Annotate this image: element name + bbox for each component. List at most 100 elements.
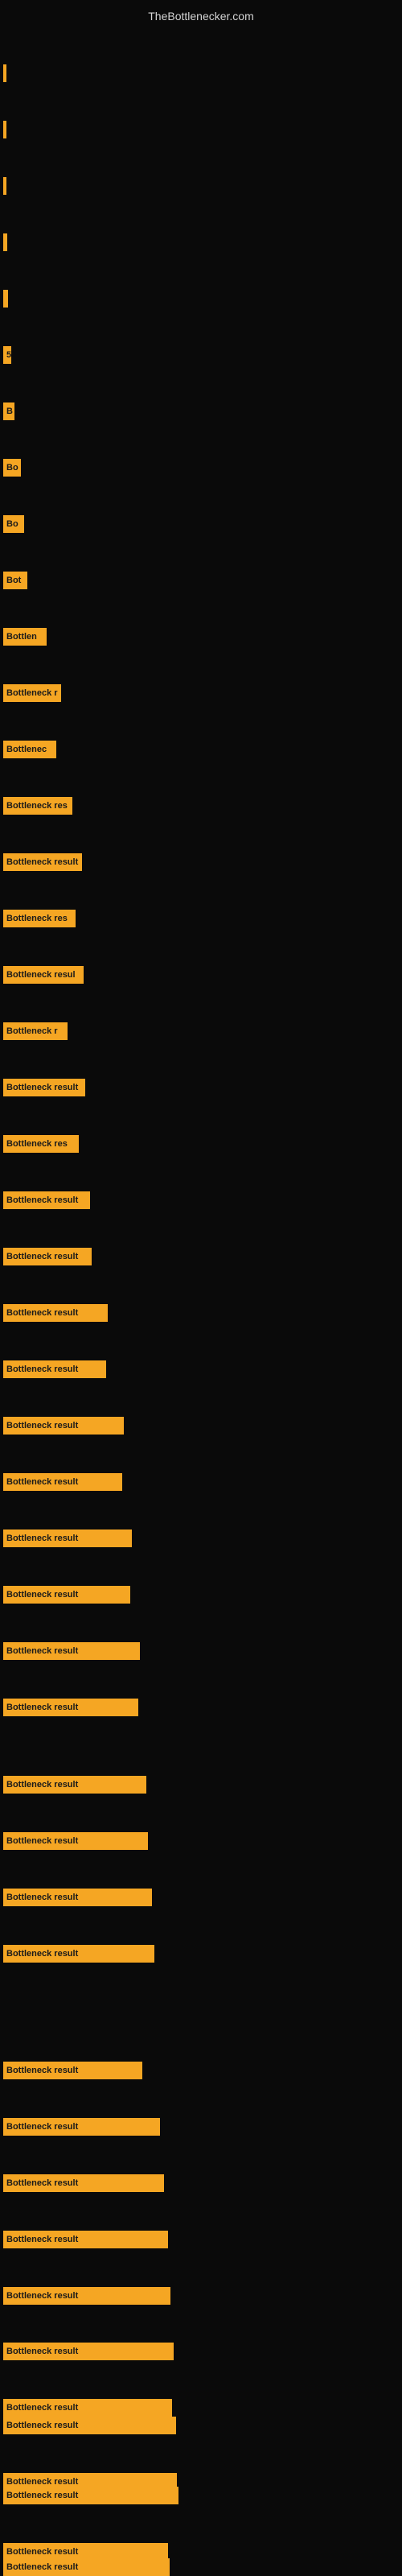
bar-label: Bottleneck result [6,857,78,867]
bottleneck-bar: Bottleneck result [3,2399,172,2417]
bottleneck-bar: Bottlen [3,628,47,646]
bar-row: Bo [3,459,21,477]
bottleneck-bar: Bottleneck resul [3,966,84,984]
bar-label: Bottleneck result [6,2347,78,2356]
bottleneck-bar: Bottleneck result [3,1248,92,1265]
bar-row: Bottleneck result [3,2399,172,2417]
bar-label: Bottleneck res [6,914,68,923]
bar-label: Bottlenec [6,745,47,754]
bar-label: Bottleneck result [6,2235,78,2244]
bottleneck-bar [3,233,7,251]
bar-row: Bottleneck result [3,2287,170,2305]
bar-row [3,121,6,138]
bottleneck-bar: Bottleneck result [3,1304,108,1322]
bar-row: Bottleneck result [3,1360,106,1378]
bar-row: Bottleneck result [3,1417,124,1435]
bar-row: Bot [3,572,27,589]
bar-label: Bo [6,519,18,529]
bar-row: 5 [3,346,11,364]
bottleneck-bar: Bottleneck result [3,1945,154,1963]
bottleneck-bar: Bottleneck result [3,1586,130,1604]
bottleneck-bar: Bo [3,515,24,533]
bar-row: Bottleneck result [3,1699,138,1716]
bar-label: Bottleneck result [6,2491,78,2500]
bar-row: Bottleneck result [3,2417,176,2434]
bottleneck-bar: Bottleneck r [3,1022,68,1040]
bottleneck-bar: Bottleneck result [3,2287,170,2305]
bottleneck-bar: B [3,402,14,420]
bar-label: 5 [6,350,11,360]
bar-row: Bottleneck r [3,684,61,702]
bar-row: Bottleneck result [3,1642,140,1660]
bottleneck-bar: Bottleneck result [3,1417,124,1435]
bar-label: Bottleneck result [6,2477,78,2487]
bar-row: Bottleneck result [3,2062,142,2079]
bar-label: Bottleneck result [6,2547,78,2557]
bottleneck-bar: Bottleneck result [3,2231,168,2248]
bar-label: Bottleneck result [6,1308,78,1318]
bottleneck-bar: Bottleneck result [3,1832,148,1850]
bar-label: Bottleneck res [6,801,68,811]
bottleneck-bar: Bottleneck result [3,2487,178,2504]
bar-label: Bottleneck result [6,2066,78,2075]
bottleneck-bar: Bottleneck result [3,1360,106,1378]
bar-label: Bottleneck result [6,1477,78,1487]
bar-label: Bottleneck result [6,2291,78,2301]
bottleneck-bar: Bottleneck r [3,684,61,702]
bottleneck-bar: Bottleneck result [3,1642,140,1660]
bar-label: Bottleneck res [6,1139,68,1149]
bar-row: Bottleneck result [3,2558,170,2576]
bottleneck-bar: Bottleneck res [3,797,72,815]
bottleneck-bar: Bottleneck result [3,2343,174,2360]
bar-row: Bottlenec [3,741,56,758]
bottleneck-bar [3,290,8,308]
bar-label: Bottleneck result [6,1949,78,1959]
bar-label: B [6,407,13,416]
bar-row: Bottleneck result [3,1889,152,1906]
bar-row: Bottleneck result [3,2487,178,2504]
bar-row: Bottleneck res [3,797,72,815]
bottleneck-bar [3,121,6,138]
bar-row: Bottleneck result [3,1832,148,1850]
bar-label: Bot [6,576,21,585]
bottleneck-bar: Bottleneck result [3,2174,164,2192]
bar-row: Bottleneck result [3,2231,168,2248]
bar-label: Bottleneck result [6,2562,78,2572]
bottleneck-bar: Bottleneck result [3,2118,160,2136]
bar-label: Bottleneck result [6,1195,78,1205]
bottleneck-bar: Bo [3,459,21,477]
bar-label: Bottleneck r [6,1026,58,1036]
bar-label: Bottleneck result [6,1893,78,1902]
bar-label: Bottleneck result [6,2403,78,2413]
bar-row: B [3,402,14,420]
bar-label: Bottlen [6,632,37,642]
bar-label: Bottleneck result [6,2122,78,2132]
bottleneck-bar: Bottlenec [3,741,56,758]
bar-label: Bottleneck result [6,1780,78,1790]
bar-row [3,177,6,195]
bottleneck-bar [3,64,6,82]
bar-row: Bottleneck result [3,1945,154,1963]
bar-row: Bottleneck res [3,1135,79,1153]
bar-row [3,290,8,308]
bar-row: Bottleneck res [3,910,76,927]
bar-label: Bottleneck result [6,1703,78,1712]
bottleneck-bar: Bottleneck result [3,1889,152,1906]
bar-row: Bo [3,515,24,533]
bottleneck-bar: Bottleneck result [3,1191,90,1209]
bottleneck-bar: Bottleneck result [3,1530,132,1547]
bottleneck-bar: Bottleneck result [3,2558,170,2576]
bar-row: Bottleneck result [3,1304,108,1322]
bar-row: Bottleneck result [3,1248,92,1265]
bottleneck-bar: Bottleneck res [3,1135,79,1153]
bar-row: Bottleneck result [3,1776,146,1794]
bar-label: Bottleneck result [6,2178,78,2188]
bar-label: Bottleneck result [6,1590,78,1600]
bar-row: Bottleneck result [3,2343,174,2360]
bar-row: Bottleneck r [3,1022,68,1040]
bar-row: Bottleneck resul [3,966,84,984]
bar-row: Bottleneck result [3,1191,90,1209]
bottleneck-bar: Bottleneck result [3,1473,122,1491]
bar-row: Bottleneck result [3,2118,160,2136]
bottleneck-bar: Bot [3,572,27,589]
